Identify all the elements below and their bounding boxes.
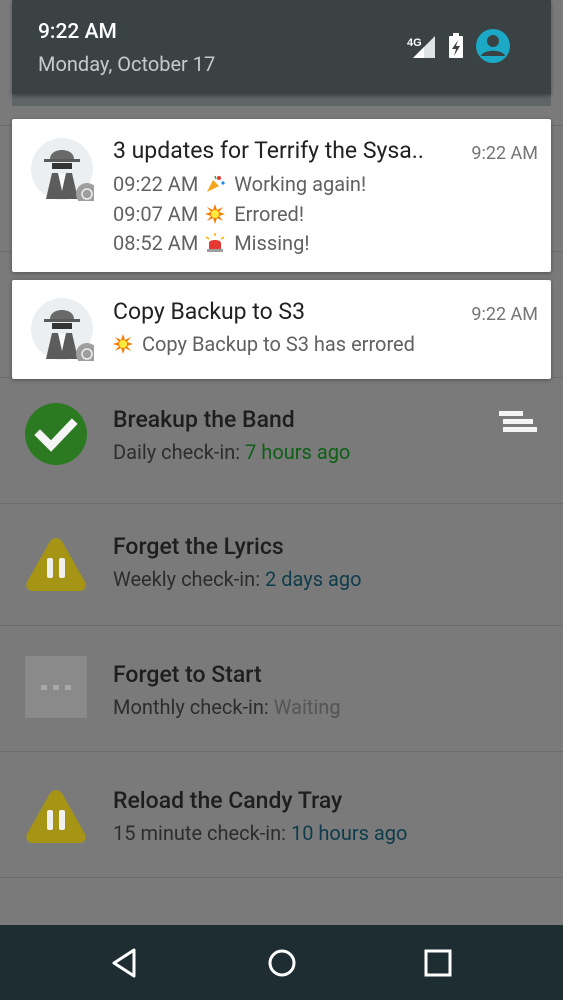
check-last-ping: Waiting	[273, 695, 341, 719]
spy-avatar-icon	[31, 298, 94, 361]
check-period-label: Monthly check-in:	[113, 695, 269, 719]
check-row-reload-the-candy-tray[interactable]: Reload the Candy Tray 15 minute check-in…	[0, 752, 563, 878]
party-popper-icon	[207, 175, 225, 192]
notification-title: Copy Backup to S3	[113, 298, 306, 325]
waiting-icon	[25, 656, 87, 718]
collision-icon	[205, 204, 226, 224]
line-time: 09:22 AM	[113, 172, 199, 196]
notification-line: Copy Backup to S3 has errored	[113, 332, 415, 356]
check-last-ping: 10 hours ago	[290, 821, 408, 845]
line-text: Errored!	[234, 202, 304, 226]
line-text: Missing!	[234, 231, 310, 255]
notification-card[interactable]: Copy Backup to S3 9:22 AM Copy Backup to…	[12, 280, 551, 379]
check-title: Breakup the Band	[113, 406, 295, 433]
notification-time: 9:22 AM	[471, 143, 538, 164]
home-icon[interactable]	[266, 947, 298, 979]
account-icon[interactable]	[476, 29, 510, 63]
notification-title: 3 updates for Terrify the Sysa..	[113, 137, 424, 164]
check-period-label: Daily check-in:	[113, 440, 241, 464]
line-text: Working again!	[234, 172, 367, 196]
notification-card[interactable]: 3 updates for Terrify the Sysa.. 9:22 AM…	[12, 119, 551, 272]
check-row-forget-to-start[interactable]: Forget to Start Monthly check-in: Waitin…	[0, 626, 563, 752]
drag-handle-icon[interactable]	[499, 411, 537, 435]
battery-charging-icon	[449, 33, 463, 58]
check-period-label: 15 minute check-in:	[113, 821, 286, 845]
warning-pause-icon	[26, 790, 86, 843]
check-icon	[25, 403, 87, 465]
navigation-bar	[0, 925, 563, 1000]
quick-settings-shadow	[12, 94, 551, 106]
quick-settings-header[interactable]: 9:22 AM Monday, October 17 4G	[12, 0, 551, 94]
back-icon[interactable]	[108, 947, 140, 979]
date[interactable]: Monday, October 17	[38, 52, 215, 76]
warning-pause-icon	[26, 538, 86, 591]
check-subtitle: 15 minute check-in: 10 hours ago	[113, 821, 407, 845]
network-type-label: 4G	[407, 37, 422, 49]
siren-icon	[205, 233, 225, 252]
notification-line: 08:52 AM Missing!	[113, 231, 309, 255]
cellular-signal-icon: 4G	[407, 36, 435, 58]
check-title: Reload the Candy Tray	[113, 787, 343, 814]
recents-icon[interactable]	[422, 947, 454, 979]
line-time: 08:52 AM	[113, 231, 199, 255]
check-title: Forget to Start	[113, 661, 262, 688]
check-row-breakup-the-band[interactable]: Breakup the Band Daily check-in: 7 hours…	[0, 378, 563, 504]
check-subtitle: Daily check-in: 7 hours ago	[113, 440, 350, 464]
check-subtitle: Weekly check-in: 2 days ago	[113, 567, 362, 591]
check-subtitle: Monthly check-in: Waiting	[113, 695, 341, 719]
clock: 9:22 AM	[38, 20, 117, 44]
notification-time: 9:22 AM	[471, 304, 538, 325]
notification-line: 09:07 AM Errored!	[113, 202, 304, 226]
collision-icon	[113, 334, 133, 354]
status-icons: 4G	[405, 28, 535, 68]
check-last-ping: 2 days ago	[265, 567, 362, 591]
spy-avatar-icon	[31, 138, 94, 201]
check-period-label: Weekly check-in:	[113, 567, 261, 591]
notification-line: 09:22 AM Working again!	[113, 172, 366, 196]
line-text: Copy Backup to S3 has errored	[141, 332, 415, 356]
check-row-forget-the-lyrics[interactable]: Forget the Lyrics Weekly check-in: 2 day…	[0, 500, 563, 626]
check-last-ping: 7 hours ago	[245, 440, 351, 464]
check-title: Forget the Lyrics	[113, 533, 284, 560]
line-time: 09:07 AM	[113, 202, 199, 226]
